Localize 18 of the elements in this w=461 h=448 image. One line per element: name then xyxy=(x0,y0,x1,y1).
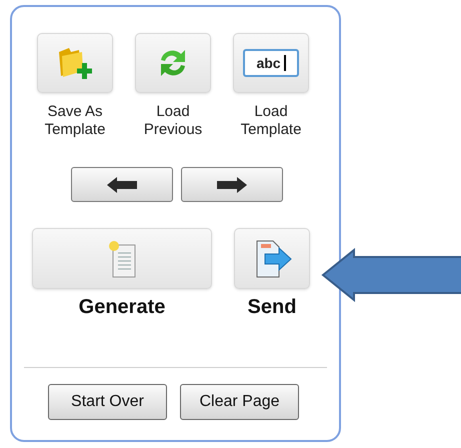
footer-button[interactable]: Clear Page xyxy=(180,384,299,420)
template-tile-button[interactable] xyxy=(135,33,211,93)
tile-label: Load Template xyxy=(240,103,302,139)
tile-label: Save As Template xyxy=(44,103,106,139)
tile-label: Load Previous xyxy=(142,103,204,139)
forward-button[interactable] xyxy=(180,167,282,202)
action-label: Generate xyxy=(78,295,166,319)
text-field-icon: abc xyxy=(243,49,299,77)
folder-plus-icon xyxy=(57,46,93,80)
footer-button[interactable]: Start Over xyxy=(48,384,167,420)
template-tile-button[interactable] xyxy=(37,33,113,93)
left-arrow-icon xyxy=(106,176,136,192)
action-label: Send xyxy=(248,295,296,319)
document-icon xyxy=(107,238,137,278)
template-tile-button[interactable]: abc xyxy=(233,33,309,93)
send-button[interactable] xyxy=(234,228,310,289)
back-button[interactable] xyxy=(70,167,172,202)
right-arrow-icon xyxy=(216,176,246,192)
